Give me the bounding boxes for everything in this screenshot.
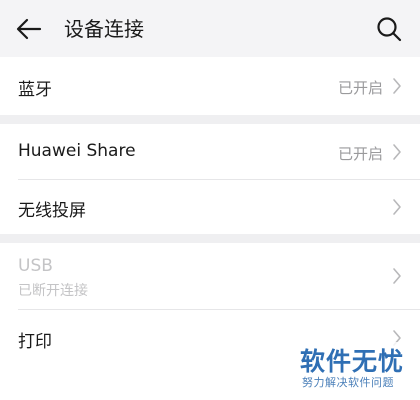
chevron-right-icon — [393, 78, 401, 94]
wireless-projection-row[interactable]: 无线投屏 — [0, 180, 420, 234]
chevron-right-icon — [393, 199, 401, 215]
print-label: 打印 — [18, 332, 52, 352]
watermark-subtitle: 努力解决软件问题 — [302, 376, 394, 389]
usb-subtitle: 已断开连接 — [18, 283, 88, 299]
chevron-right-icon — [393, 144, 401, 160]
back-arrow-icon — [16, 18, 42, 40]
sharing-card: Huawei Share 已开启 无线投屏 — [0, 124, 420, 234]
bluetooth-card: 蓝牙 已开启 — [0, 57, 420, 115]
watermark-logo: 软件无忧 — [300, 347, 405, 376]
search-button[interactable] — [374, 14, 404, 44]
huawei-share-row[interactable]: Huawei Share 已开启 — [0, 124, 420, 180]
usb-label: USB — [18, 256, 53, 276]
app-bar: 设备连接 — [0, 0, 420, 57]
bluetooth-row[interactable]: 蓝牙 已开启 — [0, 57, 420, 115]
wireless-projection-label: 无线投屏 — [18, 201, 86, 221]
page-title: 设备连接 — [64, 17, 144, 41]
chevron-right-icon — [393, 268, 401, 284]
watermark: 软件无忧 努力解决软件问题 — [296, 342, 420, 400]
usb-row[interactable]: USB 已断开连接 — [0, 243, 420, 309]
search-icon — [377, 17, 402, 42]
bluetooth-status: 已开启 — [337, 79, 383, 97]
back-button[interactable] — [14, 15, 44, 43]
huawei-share-status: 已开启 — [337, 145, 383, 163]
bluetooth-label: 蓝牙 — [18, 80, 52, 100]
huawei-share-label: Huawei Share — [18, 141, 136, 161]
